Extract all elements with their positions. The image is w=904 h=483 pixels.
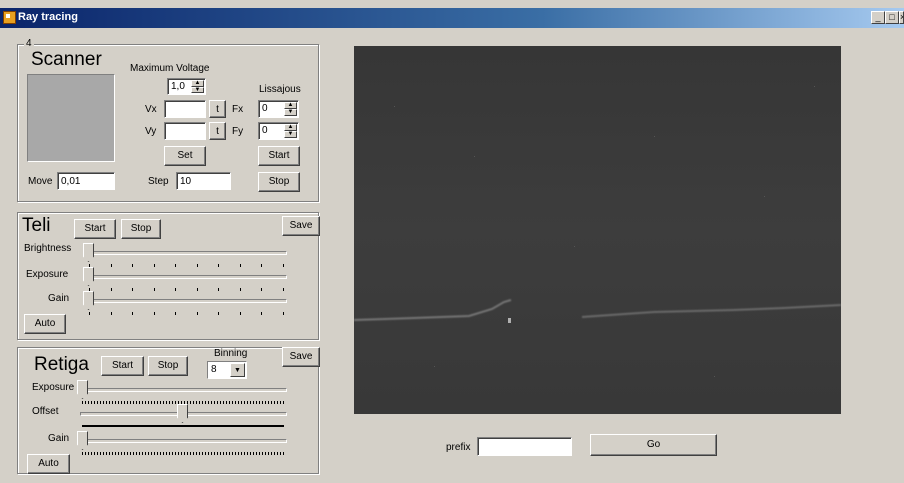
prefix-input[interactable]: [477, 437, 572, 456]
retiga-gain-label: Gain: [48, 433, 70, 444]
teli-gain-ticks: [89, 312, 285, 316]
retiga-exposure-ticks: [82, 401, 284, 404]
lissajous-start-button[interactable]: Start: [258, 146, 300, 166]
scanner-pad[interactable]: [27, 74, 115, 162]
retiga-title: Retiga: [34, 354, 89, 375]
chevron-down-icon[interactable]: ▼: [230, 363, 245, 377]
binning-select[interactable]: 8 ▼: [207, 361, 247, 379]
retiga-exposure-track: [80, 388, 287, 392]
camera-image: [354, 46, 841, 414]
vx-input[interactable]: [164, 100, 206, 118]
step-label: Step: [148, 176, 169, 187]
maximize-icon[interactable]: □: [885, 11, 899, 24]
retiga-exposure-label: Exposure: [32, 382, 75, 393]
vy-label: Vy: [145, 126, 157, 137]
teli-save-button[interactable]: Save: [282, 216, 320, 236]
scanner-group-label: 4: [24, 38, 34, 49]
teli-title: Teli: [22, 215, 51, 236]
teli-gain-label: Gain: [48, 293, 70, 304]
retiga-offset-label: Offset: [32, 406, 59, 417]
max-voltage-value: 1,0: [171, 81, 185, 92]
retiga-stop-button[interactable]: Stop: [148, 356, 188, 376]
teli-exposure-ticks: [89, 288, 285, 292]
fy-spinner[interactable]: 0 ▲ ▼: [258, 122, 299, 140]
camera-view: [354, 46, 841, 414]
fy-label: Fy: [232, 126, 244, 137]
app-icon: [3, 11, 16, 24]
vx-label: Vx: [145, 104, 157, 115]
teli-brightness-label: Brightness: [24, 243, 72, 254]
retiga-auto-button[interactable]: Auto: [27, 454, 70, 474]
move-label: Move: [28, 176, 53, 187]
window-title: Ray tracing: [18, 11, 78, 23]
step-input[interactable]: 10: [176, 172, 231, 190]
move-input[interactable]: 0,01: [57, 172, 115, 190]
spin-down-icon[interactable]: ▼: [191, 86, 204, 93]
retiga-offset-ticks: [82, 425, 284, 427]
retiga-gain-ticks: [82, 452, 284, 455]
lissajous-label: Lissajous: [259, 84, 301, 95]
vx-t-button[interactable]: t: [209, 100, 226, 118]
teli-auto-button[interactable]: Auto: [24, 314, 66, 334]
teli-gain-track: [86, 299, 287, 303]
max-voltage-spinner[interactable]: 1,0 ▲ ▼: [167, 78, 206, 95]
spin-up-icon[interactable]: ▲: [284, 102, 297, 109]
vy-input[interactable]: [164, 122, 206, 140]
binning-label: Binning: [214, 348, 248, 359]
go-button[interactable]: Go: [590, 434, 717, 456]
fx-spinner[interactable]: 0 ▲ ▼: [258, 100, 299, 118]
set-button[interactable]: Set: [164, 146, 206, 166]
fy-value: 0: [262, 125, 268, 136]
teli-exposure-label: Exposure: [26, 269, 69, 280]
max-voltage-label: Maximum Voltage: [130, 63, 210, 74]
title-bar: Ray tracing _ □ ×: [0, 8, 904, 28]
teli-start-button[interactable]: Start: [74, 219, 116, 239]
teli-brightness-ticks: [89, 264, 285, 268]
retiga-save-button[interactable]: Save: [282, 347, 320, 367]
binning-value: 8: [211, 364, 217, 375]
lissajous-stop-button[interactable]: Stop: [258, 172, 300, 192]
fx-value: 0: [262, 103, 268, 114]
retiga-gain-track: [80, 439, 287, 443]
prefix-label: prefix: [446, 442, 471, 453]
spin-down-icon[interactable]: ▼: [284, 109, 297, 116]
minimize-icon[interactable]: _: [871, 11, 885, 24]
spin-down-icon[interactable]: ▼: [284, 131, 297, 138]
teli-stop-button[interactable]: Stop: [121, 219, 161, 239]
fx-label: Fx: [232, 104, 244, 115]
close-icon[interactable]: ×: [899, 11, 904, 24]
teli-brightness-track: [86, 251, 287, 255]
retiga-start-button[interactable]: Start: [101, 356, 144, 376]
scanner-title: Scanner: [31, 49, 102, 70]
spin-up-icon[interactable]: ▲: [284, 124, 297, 131]
vy-t-button[interactable]: t: [209, 122, 226, 140]
teli-exposure-track: [86, 275, 287, 279]
